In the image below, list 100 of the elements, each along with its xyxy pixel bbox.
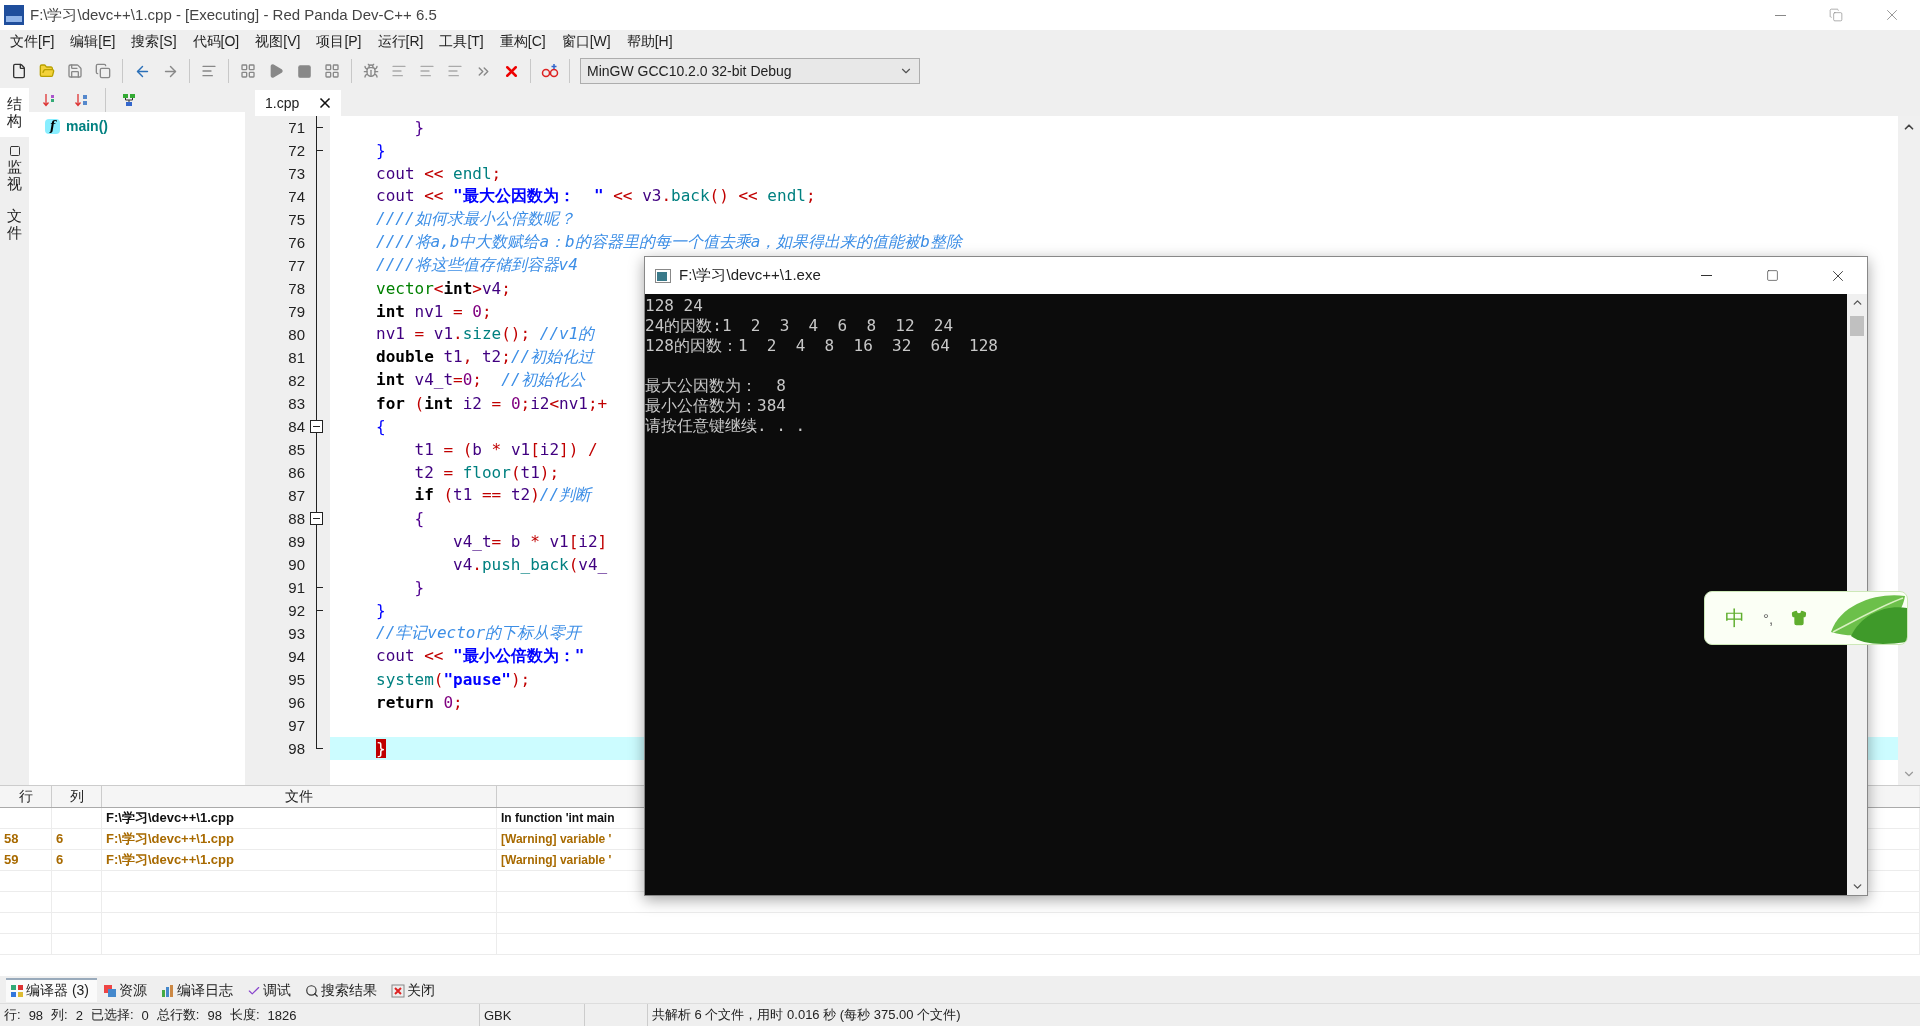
maximize-icon <box>1765 269 1779 282</box>
menu-item[interactable]: 工具[T] <box>431 31 492 53</box>
panel-tab[interactable]: 关闭 <box>387 977 443 1002</box>
code-line: } <box>376 601 386 620</box>
bug-icon <box>363 63 379 79</box>
line-number: 77 <box>287 257 305 274</box>
status-value: 2 <box>75 1007 83 1023</box>
play-icon <box>268 63 284 79</box>
hierarchy-icon <box>122 93 136 107</box>
console-output-line: 最小公倍数为：384 <box>645 396 786 416</box>
text-lines-icon <box>419 63 435 79</box>
folder-icon <box>39 63 55 79</box>
code-line: cout << endl; <box>376 164 502 183</box>
code-line: ////如何求最小公倍数呢？ <box>376 209 575 230</box>
code-line: v4.push_back(v4_ <box>452 555 608 574</box>
line-number: 87 <box>287 487 305 504</box>
column-header[interactable]: 文件 <box>102 786 497 807</box>
panel-tab[interactable]: 搜索结果 <box>301 977 385 1002</box>
compiler-select[interactable]: MinGW GCC10.2.0 32-bit Debug <box>580 58 920 84</box>
side-tab[interactable]: 文件 <box>0 200 29 249</box>
line-number: 92 <box>287 602 305 619</box>
menu-item[interactable]: 窗口[W] <box>553 31 619 53</box>
code-line: if (t1 == t2)//判断 <box>413 485 592 506</box>
side-tab[interactable]: 结构 <box>0 88 29 137</box>
menu-item[interactable]: 运行[R] <box>369 31 432 53</box>
grid-icon <box>324 63 340 79</box>
console-output-line: 24的因数:1 2 3 4 6 8 12 24 <box>645 316 954 336</box>
status-value: 0 <box>141 1007 149 1023</box>
line-number: 84 <box>287 418 305 435</box>
code-line: } <box>413 578 425 597</box>
app-logo-icon <box>4 5 24 25</box>
status-label: 已选择: <box>90 1006 134 1024</box>
line-number: 91 <box>287 579 305 596</box>
code-line: { <box>413 509 425 528</box>
status-label: 长度: <box>229 1006 260 1024</box>
file-icon <box>11 63 27 79</box>
menu-item[interactable]: 视图[V] <box>247 31 309 53</box>
menu-item[interactable]: 编辑[E] <box>62 31 124 53</box>
menu-item[interactable]: 帮助[H] <box>618 31 681 53</box>
line-number: 95 <box>287 671 305 688</box>
menu-item[interactable]: 文件[F] <box>2 31 63 53</box>
table-cell: F:\学习\devc++\1.cpp <box>102 829 497 849</box>
panel-tab[interactable]: 调试 <box>243 977 299 1002</box>
line-number: 93 <box>287 625 305 642</box>
line-number: 81 <box>287 349 305 366</box>
code-line: t1 = (b * v1[i2]) / <box>413 440 598 459</box>
menu-item[interactable]: 代码[O] <box>184 31 248 53</box>
text-lines-icon <box>391 63 407 79</box>
status-value: 98 <box>207 1007 222 1023</box>
panel-tab[interactable]: 编译器 (3) <box>6 977 97 1002</box>
column-header[interactable]: 行 <box>0 786 52 807</box>
status-label: 总行数: <box>156 1006 200 1024</box>
code-line: } <box>413 118 425 137</box>
code-line: double t1, t2;//初始化过 <box>376 347 595 368</box>
table-cell: 59 <box>0 850 52 870</box>
code-line: for (int i2 = 0;i2<nv1;+ <box>376 394 608 413</box>
table-cell: 58 <box>0 829 52 849</box>
fold-toggle-icon[interactable] <box>310 420 323 433</box>
line-number: 83 <box>287 395 305 412</box>
sort-icon <box>75 93 89 107</box>
side-tab[interactable]: 监视 <box>0 137 29 200</box>
tree-item[interactable]: main() <box>66 118 108 134</box>
panel-tab[interactable]: 编译日志 <box>157 977 241 1002</box>
bar-chart-icon <box>161 983 175 998</box>
function-icon: f <box>45 118 60 134</box>
code-line: ////将这些值存储到容器v4 <box>376 255 578 276</box>
stacked-squares-icon <box>103 983 117 998</box>
stop-icon <box>296 63 312 79</box>
status-value: 98 <box>28 1007 44 1023</box>
code-line: cout << "最小公倍数为：" <box>376 646 585 667</box>
menu-item[interactable]: 搜索[S] <box>123 31 185 53</box>
line-number: 96 <box>287 694 305 711</box>
line-number: 90 <box>287 556 305 573</box>
console-output-line: 128的因数：1 2 4 8 16 32 64 128 <box>645 336 998 356</box>
text-lines-icon <box>447 63 463 79</box>
shirt-icon[interactable] <box>1791 610 1808 626</box>
code-line: } <box>376 141 386 160</box>
column-header[interactable]: 列 <box>52 786 102 807</box>
search-icon <box>305 983 319 998</box>
restore-icon <box>1829 8 1843 22</box>
fold-toggle-icon[interactable] <box>310 512 323 525</box>
menu-item[interactable]: 项目[P] <box>308 31 370 53</box>
console-output-line: 请按任意键继续. . . <box>645 416 806 436</box>
line-number: 74 <box>287 188 305 205</box>
line-number: 71 <box>287 119 305 136</box>
panel-tab[interactable]: 资源 <box>99 977 155 1002</box>
grid-icon <box>240 63 256 79</box>
file-tab[interactable]: 1.cpp <box>255 90 342 116</box>
code-line: //牢记vector的下标从零开 <box>376 623 582 644</box>
code-line: return 0; <box>376 693 463 712</box>
close-icon <box>391 983 405 998</box>
status-message: 共解析 6 个文件，用时 0.016 秒 (每秒 375.00 个文件) <box>652 1006 961 1024</box>
console-output-line: 128 24 <box>645 296 703 316</box>
code-line: v4_t= b * v1[i2] <box>452 532 608 551</box>
code-line: int nv1 = 0; <box>376 302 492 321</box>
menu-item[interactable]: 重构[C] <box>491 31 554 53</box>
ime-punctuation[interactable]: °, <box>1763 609 1774 627</box>
line-number: 94 <box>287 648 305 665</box>
scrollbar[interactable] <box>1847 294 1867 895</box>
table-cell: F:\学习\devc++\1.cpp <box>102 850 497 870</box>
